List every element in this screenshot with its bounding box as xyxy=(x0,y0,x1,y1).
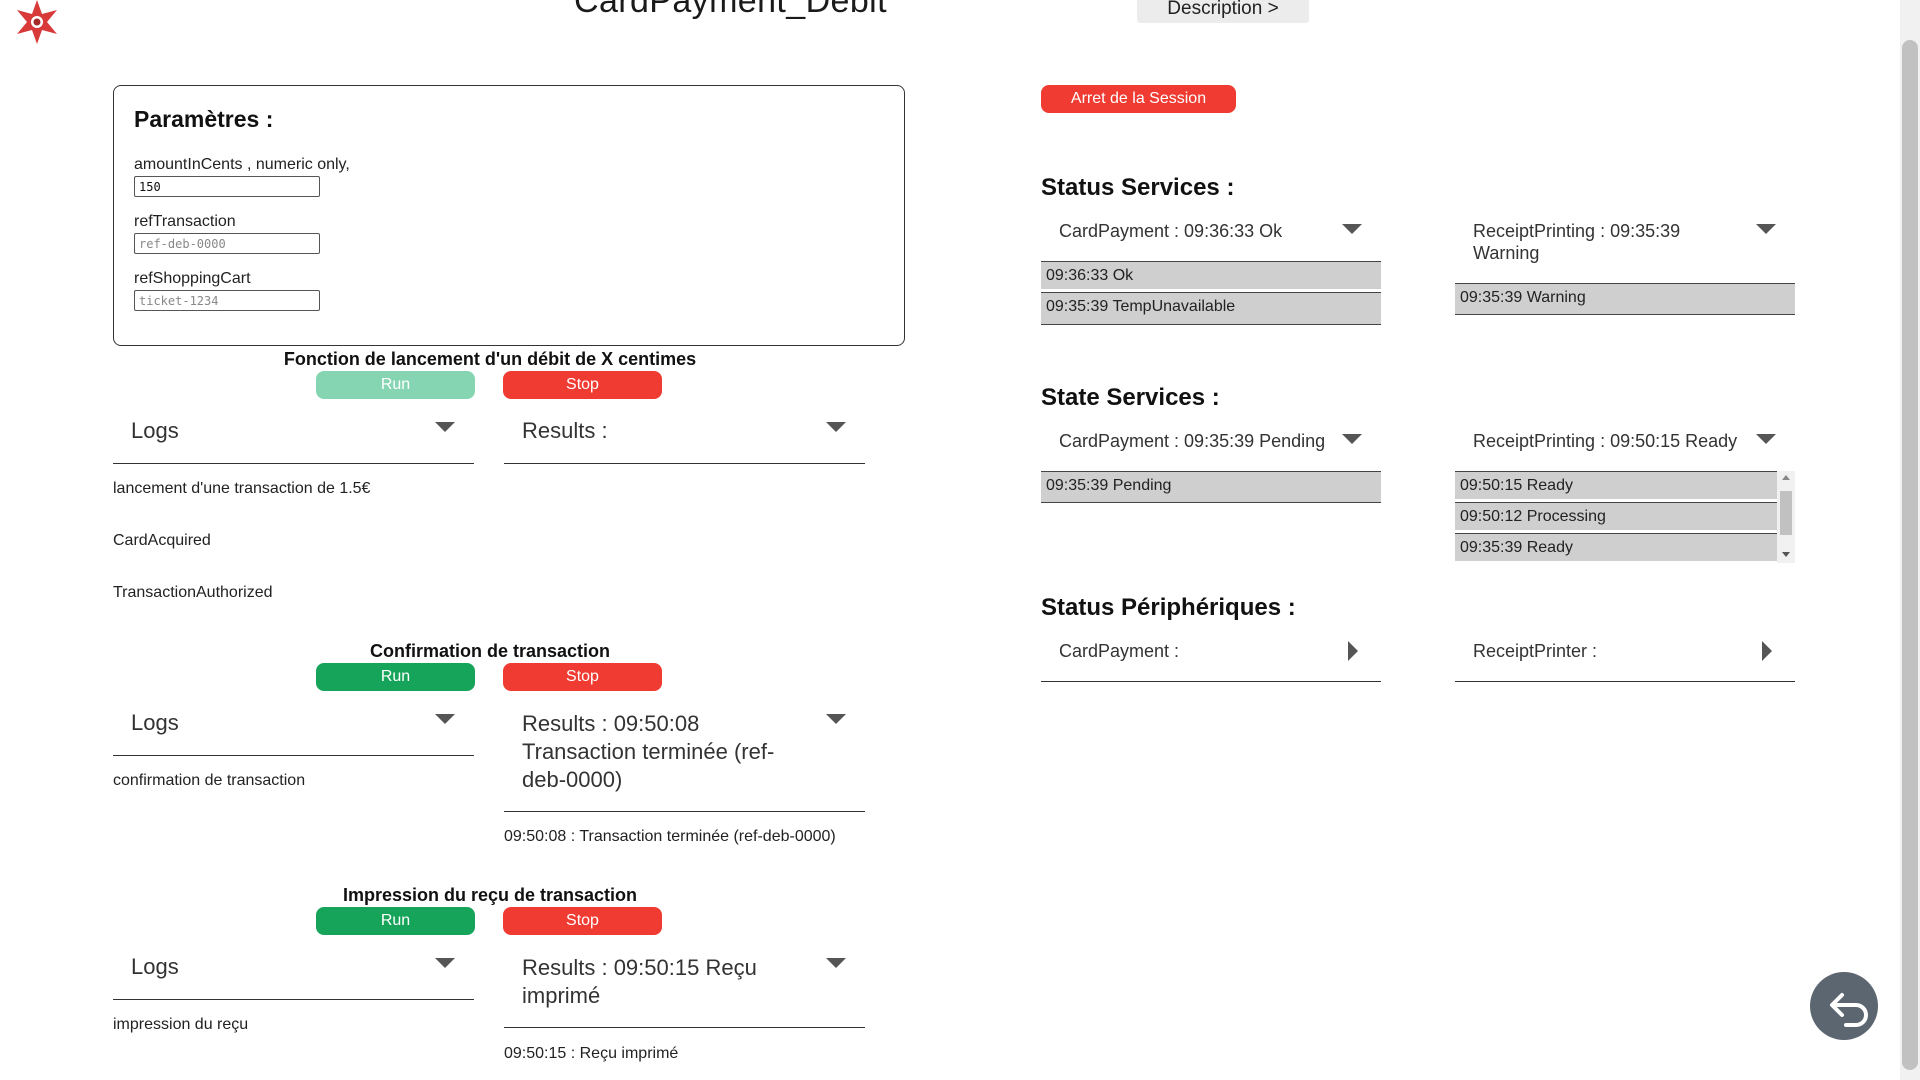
state-receiptprinting-label: ReceiptPrinting : 09:50:15 Ready xyxy=(1473,431,1738,451)
back-arrow-icon xyxy=(1830,993,1868,1027)
receipt-results-dropdown[interactable]: Results : 09:50:15 Reçu imprimé xyxy=(504,946,865,1028)
confirmation-logs-dropdown[interactable]: Logs xyxy=(113,702,474,756)
log-line: impression du reçu xyxy=(113,1016,249,1033)
chevron-down-icon xyxy=(435,958,455,968)
periph-cardpayment-dropdown[interactable]: CardPayment : xyxy=(1041,634,1381,682)
history-row[interactable]: 09:36:33 Ok xyxy=(1041,261,1381,289)
ref-transaction-input[interactable] xyxy=(134,233,320,254)
amount-input[interactable] xyxy=(134,176,320,197)
scroll-thumb[interactable] xyxy=(1902,40,1918,1070)
chevron-right-icon xyxy=(1762,641,1772,661)
scroll-thumb[interactable] xyxy=(1780,491,1792,535)
log-line: confirmation de transaction xyxy=(113,772,306,789)
chevron-down-icon xyxy=(1756,224,1776,234)
chevron-down-icon xyxy=(435,422,455,432)
state-receiptprinting-dropdown[interactable]: ReceiptPrinting : 09:50:15 Ready xyxy=(1455,424,1795,472)
state-cardpayment-label: CardPayment : 09:35:39 Pending xyxy=(1059,431,1326,451)
state-cardpayment-history: 09:35:39 Pending xyxy=(1041,471,1381,503)
periph-cardpayment-label: CardPayment : xyxy=(1059,641,1180,661)
section-debit-heading: Fonction de lancement d'un débit de X ce… xyxy=(283,349,697,369)
debit-run-button[interactable]: Run xyxy=(316,371,475,399)
status-receiptprinting-history: 09:35:39 Warning xyxy=(1455,283,1795,315)
result-line: 09:50:15 : Reçu imprimé xyxy=(504,1045,679,1062)
logs-label: Logs xyxy=(131,418,179,443)
description-button[interactable]: Description > xyxy=(1137,0,1309,23)
results-label: Results : 09:50:08 Transaction terminée … xyxy=(522,711,775,792)
back-button[interactable] xyxy=(1810,972,1878,1040)
history-row[interactable]: 09:35:39 Warning xyxy=(1455,283,1795,315)
history-row[interactable]: 09:50:12 Processing xyxy=(1455,502,1777,530)
log-line: CardAcquired xyxy=(113,532,211,549)
periph-receiptprinter-dropdown[interactable]: ReceiptPrinter : xyxy=(1455,634,1795,682)
chevron-down-icon xyxy=(435,714,455,724)
confirmation-run-button[interactable]: Run xyxy=(316,663,475,691)
state-receiptprinting-history[interactable]: 09:50:15 Ready 09:50:12 Processing 09:35… xyxy=(1455,471,1795,563)
page-scrollbar[interactable] xyxy=(1900,0,1920,1080)
chevron-down-icon xyxy=(1756,434,1776,444)
state-services-title: State Services : xyxy=(1041,384,1220,411)
history-row[interactable]: 09:35:39 Ready xyxy=(1455,533,1777,561)
chevron-down-icon xyxy=(826,422,846,432)
ref-shopping-cart-input[interactable] xyxy=(134,290,320,311)
receipt-stop-button[interactable]: Stop xyxy=(503,907,662,935)
state-cardpayment-dropdown[interactable]: CardPayment : 09:35:39 Pending xyxy=(1041,424,1381,472)
stop-session-button[interactable]: Arret de la Session xyxy=(1041,85,1236,113)
debit-logs-dropdown[interactable]: Logs xyxy=(113,410,474,464)
status-peripheriques-title: Status Périphériques : xyxy=(1041,594,1296,621)
status-cardpayment-dropdown[interactable]: CardPayment : 09:36:33 Ok xyxy=(1041,214,1381,262)
chevron-down-icon xyxy=(826,958,846,968)
confirmation-stop-button[interactable]: Stop xyxy=(503,663,662,691)
page-title: CardPayment_Debit xyxy=(574,0,887,20)
chevron-down-icon xyxy=(1342,434,1362,444)
ref-transaction-label: refTransaction xyxy=(134,213,236,230)
results-label: Results : xyxy=(522,418,608,443)
status-cardpayment-history: 09:36:33 Ok 09:35:39 TempUnavailable xyxy=(1041,261,1381,325)
history-scrollbar[interactable] xyxy=(1777,471,1795,563)
confirmation-results-dropdown[interactable]: Results : 09:50:08 Transaction terminée … xyxy=(504,702,865,812)
status-cardpayment-label: CardPayment : 09:36:33 Ok xyxy=(1059,221,1283,241)
chevron-down-icon xyxy=(1342,224,1362,234)
status-receiptprinting-dropdown[interactable]: ReceiptPrinting : 09:35:39 Warning xyxy=(1455,214,1795,284)
debit-results-dropdown[interactable]: Results : xyxy=(504,410,865,464)
status-receiptprinting-label: ReceiptPrinting : 09:35:39 Warning xyxy=(1473,221,1681,263)
log-line: lancement d'une transaction de 1.5€ xyxy=(113,480,371,497)
logs-label: Logs xyxy=(131,710,179,735)
receipt-run-button[interactable]: Run xyxy=(316,907,475,935)
parameters-title: Paramètres : xyxy=(134,106,274,132)
history-row[interactable]: 09:35:39 Pending xyxy=(1041,471,1381,503)
section-confirmation-heading: Confirmation de transaction xyxy=(369,641,611,661)
periph-receiptprinter-label: ReceiptPrinter : xyxy=(1473,641,1598,661)
logs-label: Logs xyxy=(131,954,179,979)
star-logo-icon xyxy=(17,0,57,44)
receipt-logs-dropdown[interactable]: Logs xyxy=(113,946,474,1000)
history-row[interactable]: 09:50:15 Ready xyxy=(1455,471,1777,499)
amount-label: amountInCents , numeric only, xyxy=(134,156,350,173)
chevron-right-icon xyxy=(1348,641,1358,661)
debit-stop-button[interactable]: Stop xyxy=(503,371,662,399)
scroll-down-icon[interactable] xyxy=(1782,552,1790,557)
history-row[interactable]: 09:35:39 TempUnavailable xyxy=(1041,292,1381,325)
status-services-title: Status Services : xyxy=(1041,174,1235,201)
scroll-up-icon[interactable] xyxy=(1782,475,1790,480)
section-receipt-heading: Impression du reçu de transaction xyxy=(342,885,638,905)
log-line: TransactionAuthorized xyxy=(113,584,273,601)
chevron-down-icon xyxy=(826,714,846,724)
result-line: 09:50:08 : Transaction terminée (ref-deb… xyxy=(504,828,836,845)
ref-shopping-cart-label: refShoppingCart xyxy=(134,270,251,287)
results-label: Results : 09:50:15 Reçu imprimé xyxy=(522,955,757,1008)
